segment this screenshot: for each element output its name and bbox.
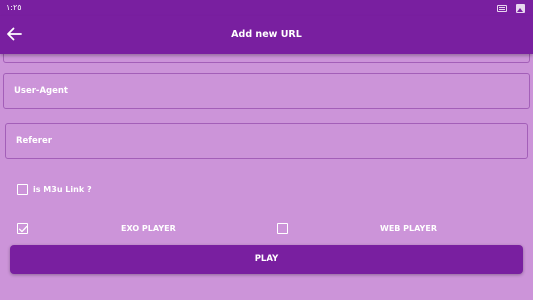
web-player-checkbox[interactable] bbox=[277, 223, 288, 234]
user-agent-field[interactable]: User-Agent bbox=[3, 73, 530, 109]
referer-field[interactable]: Referer bbox=[5, 123, 528, 159]
exo-player-checkbox[interactable] bbox=[17, 223, 28, 234]
status-time: ١:٢٥ bbox=[6, 3, 22, 12]
play-button[interactable]: PLAY bbox=[10, 245, 523, 274]
status-bar: ١:٢٥ bbox=[0, 0, 533, 16]
exo-player-label: EXO PLAYER bbox=[121, 224, 176, 233]
image-icon bbox=[516, 3, 525, 13]
keyboard-icon bbox=[497, 4, 507, 12]
referer-placeholder: Referer bbox=[16, 136, 52, 146]
web-player-label: WEB PLAYER bbox=[380, 224, 437, 233]
m3u-label: is M3u Link ? bbox=[33, 185, 92, 194]
page-title: Add new URL bbox=[231, 29, 302, 40]
checkmark-icon bbox=[18, 225, 28, 233]
app-bar: Add new URL bbox=[0, 16, 533, 54]
user-agent-placeholder: User-Agent bbox=[14, 86, 68, 96]
m3u-checkbox[interactable] bbox=[17, 184, 28, 195]
play-button-label: PLAY bbox=[254, 254, 279, 264]
status-icons bbox=[497, 3, 525, 13]
